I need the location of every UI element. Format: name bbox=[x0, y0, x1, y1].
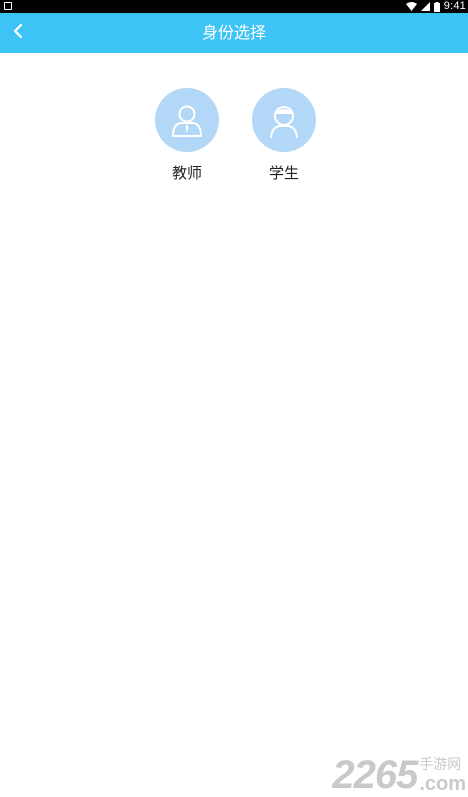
top-app-bar: 身份选择 bbox=[0, 13, 468, 53]
signal-icon bbox=[421, 2, 430, 11]
teacher-avatar-icon bbox=[155, 88, 219, 152]
status-icons: 9:41 bbox=[406, 0, 466, 13]
wifi-icon bbox=[406, 2, 417, 11]
watermark-domain: .com bbox=[419, 774, 466, 794]
watermark-number: 2265 bbox=[332, 756, 417, 794]
page-title: 身份选择 bbox=[0, 13, 468, 53]
battery-icon bbox=[434, 2, 440, 12]
status-bar: 9:41 bbox=[0, 0, 468, 13]
role-label-student: 学生 bbox=[269, 162, 299, 183]
role-option-student[interactable]: 学生 bbox=[251, 88, 317, 183]
role-label-teacher: 教师 bbox=[172, 162, 202, 183]
notification-icon bbox=[4, 2, 12, 10]
watermark-logo: 2265 手游网 .com bbox=[332, 756, 466, 794]
status-time: 9:41 bbox=[444, 0, 466, 13]
role-option-teacher[interactable]: 教师 bbox=[154, 88, 220, 183]
student-avatar-icon bbox=[252, 88, 316, 152]
watermark-text: 手游网 bbox=[419, 758, 466, 772]
